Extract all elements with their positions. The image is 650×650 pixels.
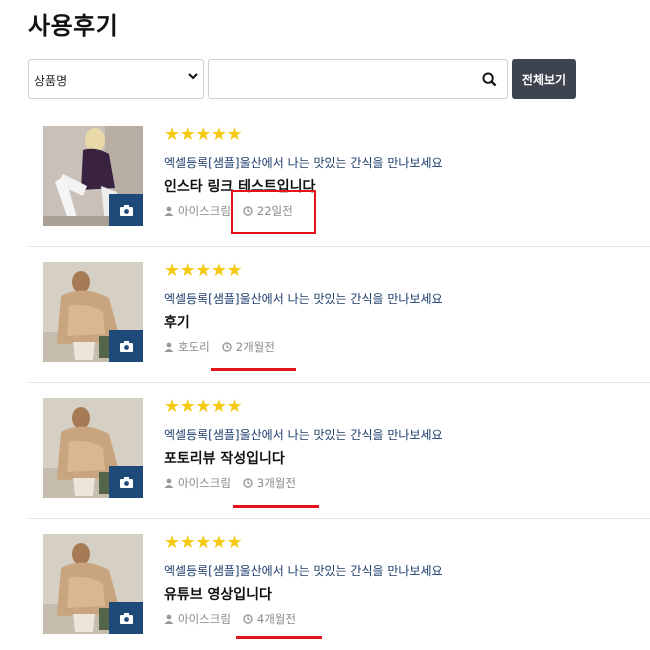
- user-icon: [164, 478, 174, 488]
- review-meta: 아이스크림 3개월전: [164, 475, 296, 491]
- search-input[interactable]: [215, 66, 469, 94]
- highlight-underline: [211, 368, 296, 371]
- review-meta: 호도리 2개월전: [164, 339, 275, 355]
- view-all-button[interactable]: 전체보기: [512, 59, 576, 99]
- user-icon: [164, 206, 174, 216]
- highlight-underline: [236, 636, 322, 639]
- star-rating: ★★★★★: [164, 532, 243, 553]
- review-photo[interactable]: [43, 262, 143, 362]
- clock-icon: [243, 478, 253, 488]
- search-icon[interactable]: [482, 72, 497, 87]
- highlight-underline: [233, 505, 319, 508]
- photo-badge: [109, 330, 143, 362]
- review-item[interactable]: ★★★★★ 엑셀등록[샘플]울산에서 나는 맛있는 간식을 만나보세요 후기 호…: [28, 247, 650, 383]
- photo-badge: [109, 602, 143, 634]
- review-item[interactable]: ★★★★★ 엑셀등록[샘플]울산에서 나는 맛있는 간식을 만나보세요 포토리뷰…: [28, 383, 650, 519]
- camera-icon: [119, 204, 133, 216]
- camera-icon: [119, 476, 133, 488]
- star-rating: ★★★★★: [164, 260, 243, 281]
- review-title[interactable]: 후기: [164, 312, 190, 332]
- review-author: 아이스크림: [178, 612, 231, 626]
- review-date: 4개월전: [256, 612, 296, 626]
- review-author: 아이스크림: [178, 476, 231, 490]
- search-field-select[interactable]: 상품명: [28, 59, 204, 99]
- product-name[interactable]: 엑셀등록[샘플]울산에서 나는 맛있는 간식을 만나보세요: [164, 562, 443, 579]
- review-list: ★★★★★ 엑셀등록[샘플]울산에서 나는 맛있는 간식을 만나보세요 인스타 …: [28, 111, 650, 650]
- chevron-down-icon: [188, 73, 198, 80]
- select-value: 상품명: [34, 74, 68, 88]
- star-rating: ★★★★★: [164, 396, 243, 417]
- photo-badge: [109, 466, 143, 498]
- product-name[interactable]: 엑셀등록[샘플]울산에서 나는 맛있는 간식을 만나보세요: [164, 426, 443, 443]
- review-title[interactable]: 포토리뷰 작성입니다: [164, 448, 285, 468]
- review-item[interactable]: ★★★★★ 엑셀등록[샘플]울산에서 나는 맛있는 간식을 만나보세요 인스타 …: [28, 111, 650, 247]
- search-input-box[interactable]: [208, 59, 508, 99]
- product-name[interactable]: 엑셀등록[샘플]울산에서 나는 맛있는 간식을 만나보세요: [164, 154, 443, 171]
- review-author: 호도리: [178, 340, 210, 354]
- review-page: 사용후기 상품명 전체보기 ★★★★★ 엑셀등록[샘플]울산에서 나는 맛있는 …: [0, 0, 650, 650]
- user-icon: [164, 342, 174, 352]
- review-meta: 아이스크림 4개월전: [164, 611, 296, 627]
- review-photo[interactable]: [43, 534, 143, 634]
- review-item[interactable]: ★★★★★ 엑셀등록[샘플]울산에서 나는 맛있는 간식을 만나보세요 유튜브 …: [28, 519, 650, 650]
- review-author: 아이스크림: [178, 204, 231, 218]
- user-icon: [164, 614, 174, 624]
- page-title: 사용후기: [28, 12, 119, 40]
- review-photo[interactable]: [43, 398, 143, 498]
- highlight-box: [231, 190, 316, 234]
- clock-icon: [243, 614, 253, 624]
- clock-icon: [222, 342, 232, 352]
- camera-icon: [119, 612, 133, 624]
- review-date: 2개월전: [235, 340, 275, 354]
- review-photo[interactable]: [43, 126, 143, 226]
- star-rating: ★★★★★: [164, 124, 243, 145]
- product-name[interactable]: 엑셀등록[샘플]울산에서 나는 맛있는 간식을 만나보세요: [164, 290, 443, 307]
- camera-icon: [119, 340, 133, 352]
- review-date: 3개월전: [256, 476, 296, 490]
- review-title[interactable]: 유튜브 영상입니다: [164, 584, 272, 604]
- photo-badge: [109, 194, 143, 226]
